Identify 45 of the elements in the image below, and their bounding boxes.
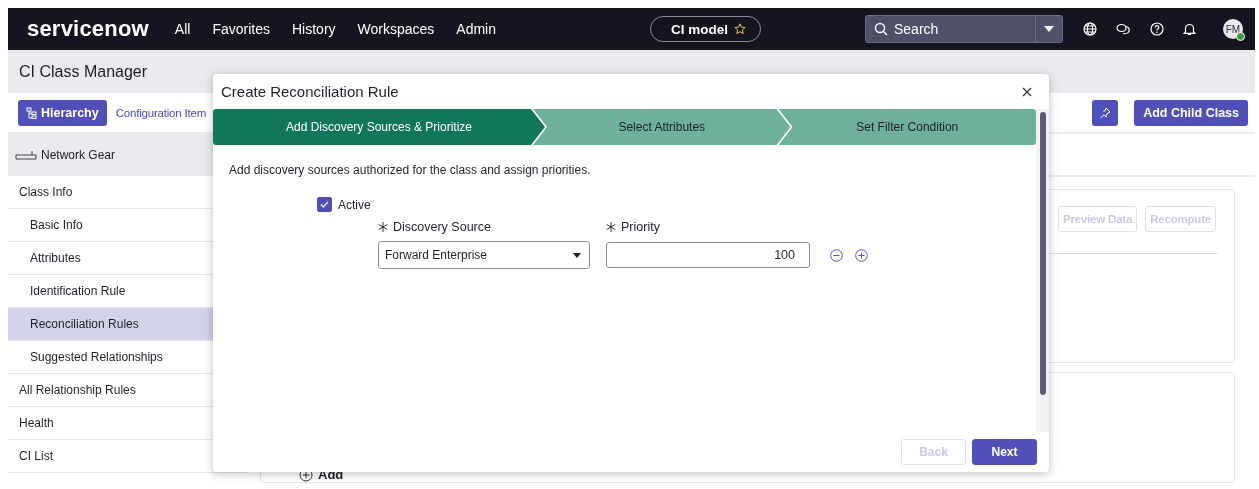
nav-menu-item[interactable]: Favorites <box>212 21 270 37</box>
check-icon <box>320 201 329 208</box>
hierarchy-button[interactable]: Hierarchy <box>18 99 107 126</box>
close-icon <box>1022 86 1032 97</box>
help-icon[interactable] <box>1150 22 1164 36</box>
priority-field[interactable]: 100 <box>606 242 810 268</box>
field-label: Priority <box>621 220 660 234</box>
globe-icon[interactable] <box>1083 22 1097 36</box>
page-title: CI Class Manager <box>19 62 148 81</box>
field-label: Discovery Source <box>393 220 491 234</box>
active-checkbox[interactable] <box>317 197 332 212</box>
nav-menu-item[interactable]: All <box>174 21 191 37</box>
required-icon <box>378 222 388 232</box>
wizard-step[interactable]: Add Discovery Sources & Prioritize <box>213 109 545 145</box>
search-bar[interactable]: Search <box>865 15 1063 43</box>
nav-menu-item[interactable]: History <box>292 21 336 37</box>
checkbox-label: Active <box>338 197 371 212</box>
caret-icon <box>1044 26 1054 32</box>
search-icon <box>874 22 888 36</box>
network-device-icon <box>15 149 37 160</box>
caret-icon <box>573 252 581 258</box>
add-child-class-button[interactable]: Add Child Class <box>1134 99 1248 126</box>
chat-icon[interactable] <box>1116 22 1131 36</box>
wizard-step[interactable]: Select Attributes <box>533 109 791 145</box>
breadcrumb-link[interactable]: Configuration Item <box>115 106 207 119</box>
nav-menu-item[interactable]: Admin <box>456 21 496 37</box>
dialog-title: Create Reconciliation Rule <box>221 83 399 100</box>
required-icon <box>606 222 616 232</box>
dialog-description: Add discovery sources authorized for the class and assign priorities. <box>229 163 592 177</box>
nav-menu-item[interactable]: Workspaces <box>357 21 435 37</box>
logo[interactable]: servicenow <box>27 16 149 42</box>
star-icon <box>734 23 747 35</box>
pin-button[interactable] <box>1092 99 1119 126</box>
minus-circle-icon[interactable] <box>830 248 843 262</box>
pin-icon <box>1099 106 1112 119</box>
bell-icon[interactable] <box>1183 22 1196 36</box>
hierarchy-icon <box>26 106 38 119</box>
search-input[interactable]: Search <box>888 21 1035 37</box>
wizard-button[interactable]: Next <box>972 439 1037 465</box>
class-name: Network Gear <box>41 147 116 162</box>
scrollbar-thumb[interactable] <box>1039 112 1046 395</box>
discovery-source-select[interactable]: Forward Enterprise <box>378 241 590 269</box>
user-avatar[interactable]: FM <box>1223 19 1243 39</box>
wizard-step[interactable]: Set Filter Condition <box>778 109 1036 145</box>
plus-circle-icon[interactable] <box>855 248 868 262</box>
